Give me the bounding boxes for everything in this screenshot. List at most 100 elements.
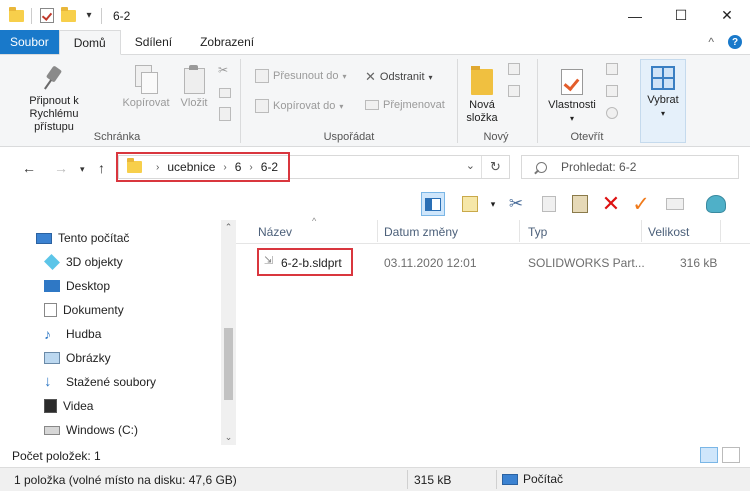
scroll-thumb[interactable]	[224, 328, 233, 400]
address-row: ← → ▾ ↑ › ucebnice › 6 › 6-2 ⌄ ↻ Prohled…	[0, 147, 750, 187]
group-open: Vlastnosti ▾ Otevřít	[538, 55, 636, 147]
desktop-icon	[44, 280, 60, 292]
move-to-icon	[255, 69, 269, 83]
search-input[interactable]: Prohledat: 6-2	[521, 155, 739, 179]
checkmark-icon[interactable]: ✓	[629, 192, 653, 216]
help-icon[interactable]: ?	[728, 35, 742, 49]
rename-button[interactable]: Přejmenovat	[365, 99, 445, 111]
collapse-ribbon-icon[interactable]: ^	[708, 35, 714, 49]
column-name[interactable]: Název	[258, 225, 292, 239]
column-separator[interactable]	[519, 220, 520, 242]
forward-arrow-icon[interactable]: →	[54, 160, 68, 176]
column-separator[interactable]	[377, 220, 378, 242]
notes-icon[interactable]	[458, 192, 482, 216]
column-separator[interactable]	[720, 220, 721, 242]
select-button-inner: Vybrat ▾	[641, 66, 685, 120]
close-button[interactable]: ✕	[704, 0, 750, 31]
paste-button[interactable]: Vložit	[176, 65, 212, 110]
chevron-down-icon[interactable]: ▾	[481, 192, 505, 216]
up-arrow-icon[interactable]: ↑	[98, 160, 105, 176]
videos-icon	[44, 399, 57, 413]
nav-item-desktop[interactable]: Desktop	[44, 279, 110, 293]
column-separator[interactable]	[641, 220, 642, 242]
nav-item-downloads[interactable]: ↓ Stažené soubory	[44, 373, 157, 390]
delete-icon[interactable]: ✕	[599, 191, 623, 216]
file-date: 03.11.2020 12:01	[384, 256, 477, 270]
pictures-icon	[44, 352, 60, 364]
new-folder-icon[interactable]	[59, 6, 77, 25]
copy-button[interactable]: Kopírovat	[120, 65, 172, 110]
recent-locations-icon[interactable]: ▾	[80, 164, 85, 175]
large-icons-view-icon[interactable]	[722, 447, 740, 463]
nav-item-label: Obrázky	[66, 351, 111, 365]
nav-item-windows-drive[interactable]: Windows (C:)	[44, 423, 138, 437]
status-bar: Počet položek: 1	[0, 445, 750, 467]
back-arrow-icon[interactable]: ←	[22, 160, 36, 176]
tab-file[interactable]: Soubor	[0, 30, 59, 54]
nav-scrollbar[interactable]: ⌃ ⌄	[221, 220, 236, 445]
title-divider	[101, 7, 102, 24]
move-to-label: Přesunout do	[273, 70, 339, 82]
customize-qa-icon[interactable]: ▾	[80, 7, 98, 25]
ribbon-tabs: Soubor Domů Sdílení Zobrazení ^ ?	[0, 30, 750, 55]
scroll-down-icon[interactable]: ⌄	[221, 432, 236, 443]
nav-item-documents[interactable]: Dokumenty	[44, 303, 124, 317]
search-icon	[536, 161, 547, 173]
nav-item-this-pc[interactable]: Tento počítač	[36, 231, 129, 245]
nav-item-3d-objects[interactable]: 3D objekty	[44, 254, 123, 270]
shell-icon[interactable]	[704, 192, 728, 216]
drive-icon	[44, 425, 60, 435]
status-separator	[496, 470, 497, 489]
select-label: Vybrat	[647, 94, 679, 106]
pin-quick-access-button[interactable]: Připnout k Rychlému přístupu	[12, 65, 96, 134]
properties-button[interactable]: Vlastnosti ▾	[544, 65, 600, 125]
cut-icon[interactable]: ✂	[218, 63, 228, 77]
cut-icon[interactable]: ✂	[504, 192, 528, 216]
new-item-icon[interactable]	[508, 63, 520, 78]
column-size[interactable]: Velikost	[648, 225, 689, 239]
easy-access-icon[interactable]	[508, 85, 520, 100]
scroll-up-icon[interactable]: ⌃	[221, 222, 236, 233]
file-highlight	[257, 248, 353, 276]
nav-item-videos[interactable]: Videa	[44, 399, 93, 413]
refresh-icon[interactable]: ↻	[481, 156, 509, 178]
paste-icon[interactable]	[568, 192, 592, 216]
properties-icon[interactable]	[38, 7, 56, 25]
preview-pane-icon[interactable]	[421, 192, 445, 216]
edit-icon[interactable]	[606, 85, 618, 100]
copy-path-icon[interactable]	[219, 87, 231, 101]
maximize-button[interactable]: ☐	[658, 0, 704, 31]
minimize-button[interactable]: —	[612, 0, 658, 31]
nav-item-label: Stažené soubory	[66, 375, 157, 389]
status-separator	[407, 470, 408, 489]
copy-to-button[interactable]: Kopírovat do ▾	[255, 99, 343, 113]
new-folder-button[interactable]: Nová složka	[462, 65, 502, 125]
tab-view[interactable]: Zobrazení	[186, 30, 268, 54]
open-icon[interactable]	[606, 63, 618, 78]
column-date[interactable]: Datum změny	[384, 225, 458, 239]
nav-item-music[interactable]: ♪ Hudba	[44, 327, 101, 341]
delete-button[interactable]: ✕ Odstranit ▾	[365, 69, 433, 85]
tab-home[interactable]: Domů	[58, 30, 121, 55]
move-to-button[interactable]: Přesunout do ▾	[255, 69, 346, 83]
file-type: SOLIDWORKS Part...	[528, 256, 645, 270]
column-type[interactable]: Typ	[528, 225, 547, 239]
nav-item-pictures[interactable]: Obrázky	[44, 351, 111, 365]
chevron-down-icon: ▾	[339, 101, 344, 111]
3d-objects-icon	[44, 254, 60, 270]
properties-label: Vlastnosti	[548, 99, 596, 111]
tab-share[interactable]: Sdílení	[121, 30, 186, 54]
view-switcher	[700, 447, 740, 463]
details-view-icon[interactable]	[700, 447, 718, 463]
copy-icon[interactable]	[537, 192, 561, 216]
computer-icon	[36, 232, 52, 244]
address-dropdown-icon[interactable]: ⌄	[466, 159, 475, 172]
select-button[interactable]: Vybrat ▾	[640, 59, 686, 143]
history-icon[interactable]	[606, 107, 618, 122]
new-group-label: Nový	[483, 131, 509, 143]
downloads-icon: ↓	[44, 373, 52, 390]
folder-icon	[7, 6, 25, 25]
paste-shortcut-icon[interactable]	[219, 107, 231, 124]
selection-size: 315 kB	[414, 473, 452, 487]
rename-icon[interactable]	[663, 192, 687, 216]
